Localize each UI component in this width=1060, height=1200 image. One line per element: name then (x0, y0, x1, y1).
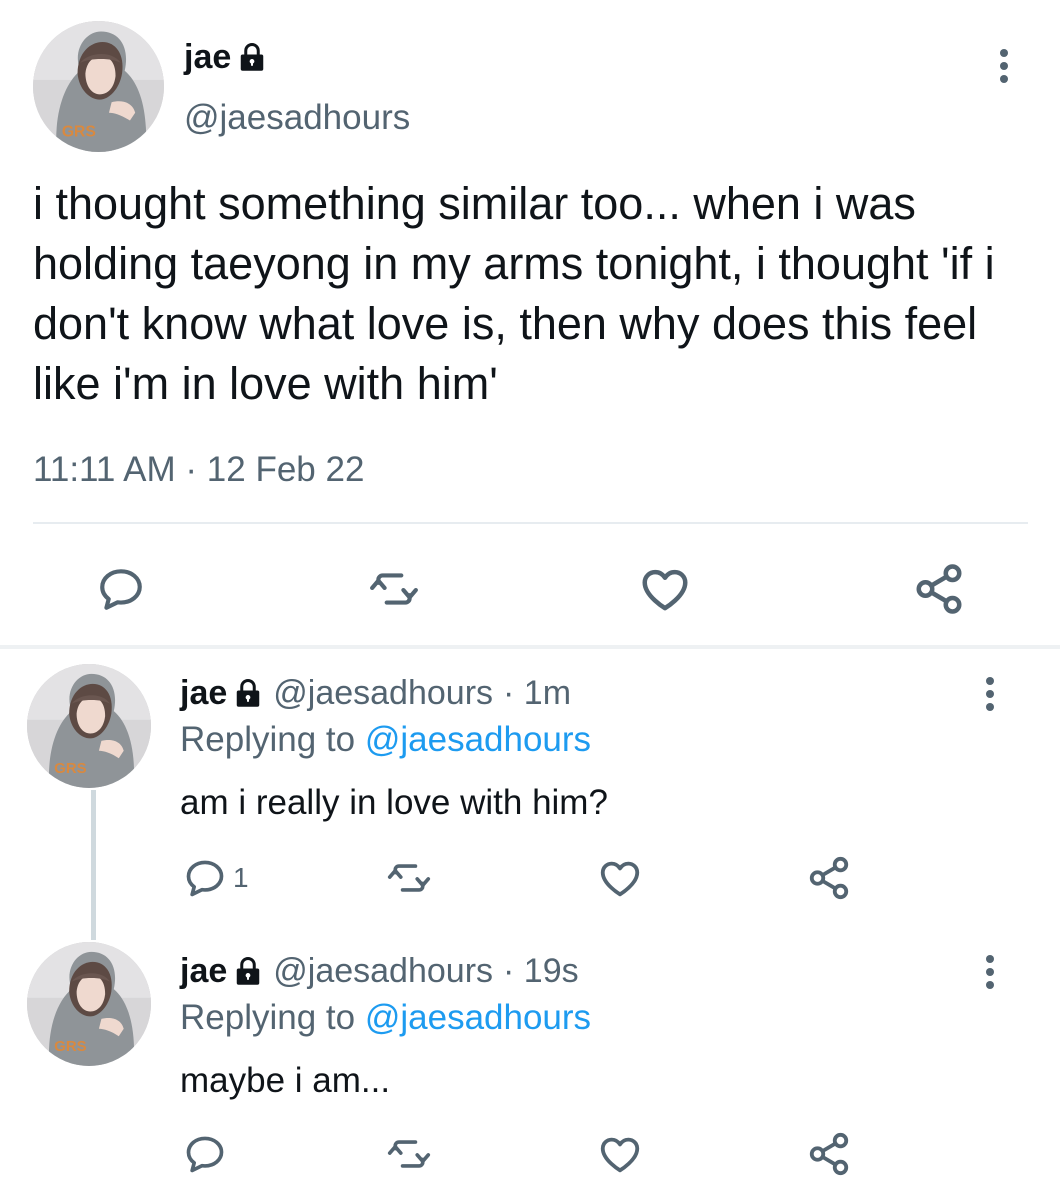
reply-icon[interactable] (183, 1132, 227, 1176)
tweet-timestamp[interactable]: 11:11 AM · 12 Feb 22 (33, 452, 364, 487)
reply-age: · 19s (503, 952, 579, 990)
tweet-action-bar (0, 560, 1060, 616)
reply-count: 1 (233, 862, 249, 893)
replying-mention[interactable]: @jaesadhours (365, 998, 591, 1037)
reply-icon[interactable] (96, 564, 146, 614)
share-icon[interactable] (806, 1131, 852, 1177)
lock-icon (233, 678, 263, 708)
main-tweet-author[interactable]: jae (184, 40, 267, 74)
replying-to: Replying to @jaesadhours (180, 1000, 591, 1035)
share-icon[interactable] (912, 562, 966, 616)
heart-icon[interactable] (638, 562, 692, 616)
reply-text: am i really in love with him? (180, 783, 608, 822)
more-options-icon[interactable] (980, 954, 1000, 990)
reply-header: jae @jaesadhours · 1m (180, 676, 571, 710)
replying-mention[interactable]: @jaesadhours (365, 720, 591, 759)
retweet-icon[interactable] (384, 856, 434, 900)
heart-icon[interactable] (597, 1130, 643, 1178)
retweet-icon[interactable] (365, 564, 423, 614)
main-tweet-avatar[interactable] (33, 21, 164, 152)
lock-icon (237, 42, 267, 72)
section-separator (0, 645, 1060, 649)
retweet-icon[interactable] (384, 1132, 434, 1176)
divider (33, 522, 1028, 524)
share-icon[interactable] (806, 855, 852, 901)
author-handle[interactable]: @jaesadhours (273, 954, 493, 988)
tweet-text: i thought something similar too... when … (33, 178, 995, 409)
author-name: jae (184, 38, 232, 76)
author-handle[interactable]: @jaesadhours (273, 676, 493, 710)
author-name[interactable]: jae (180, 954, 227, 988)
reply-age: · 1m (503, 674, 572, 712)
author-handle[interactable]: @jaesadhours (184, 100, 410, 135)
reply-text: maybe i am... (180, 1061, 391, 1100)
reply-icon (183, 856, 227, 900)
replying-prefix: Replying to (180, 998, 365, 1037)
replying-prefix: Replying to (180, 720, 365, 759)
more-options-icon[interactable] (980, 676, 1000, 712)
replying-to: Replying to @jaesadhours (180, 722, 591, 757)
reply-avatar[interactable] (27, 664, 151, 788)
more-options-icon[interactable] (992, 48, 1016, 84)
reply-header: jae @jaesadhours · 19s (180, 954, 579, 988)
reply-button[interactable]: 1 (183, 856, 249, 900)
thread-connector-line (91, 790, 96, 940)
heart-icon[interactable] (597, 854, 643, 902)
reply-avatar[interactable] (27, 942, 151, 1066)
author-name[interactable]: jae (180, 676, 227, 710)
lock-icon (233, 956, 263, 986)
